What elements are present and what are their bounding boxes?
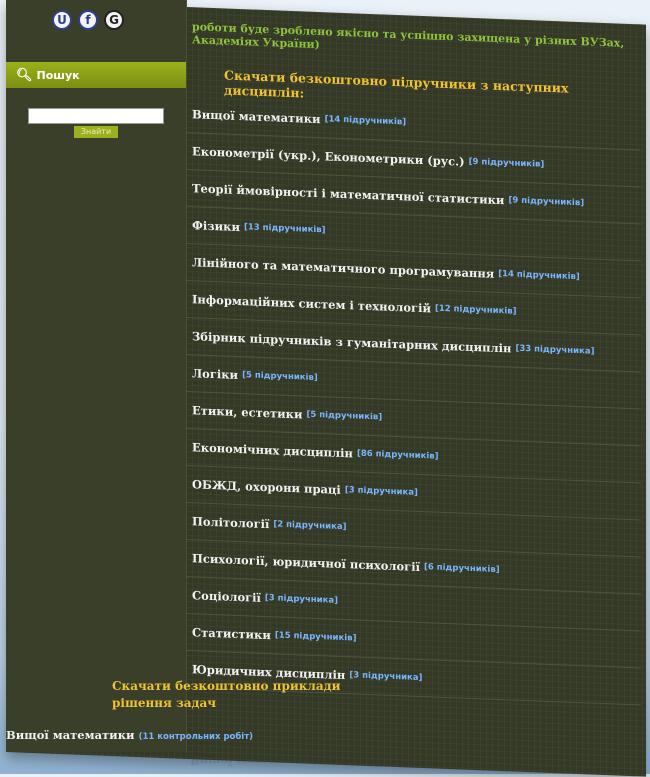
sidebar: U f G 🔍︎ Пошук Знайти xyxy=(6,0,187,752)
search-input[interactable] xyxy=(28,108,164,124)
google-icon[interactable]: G xyxy=(104,10,124,30)
count-badge: [9 підручників] xyxy=(468,156,545,170)
count-badge: [3 підручника] xyxy=(344,485,418,498)
discipline-link[interactable]: Вищої математики xyxy=(6,728,135,742)
discipline-link[interactable]: Політології xyxy=(192,514,269,531)
discipline-link[interactable]: Інформаційних систем і технологій xyxy=(192,292,431,315)
disciplines-list: Вищої математики [14 підручників] Економе… xyxy=(186,96,641,706)
discipline-link[interactable]: Економічних дисциплін xyxy=(192,440,353,460)
count-badge: [3 підручника] xyxy=(264,593,339,606)
page: U f G 🔍︎ Пошук Знайти роботи буде зробле… xyxy=(0,0,650,777)
count-badge: [14 підручників] xyxy=(324,114,407,128)
top-note: роботи буде зроблено якісно та успішно з… xyxy=(192,20,625,52)
content: роботи буде зроблено якісно та успішно з… xyxy=(186,0,641,769)
facebook-icon[interactable]: f xyxy=(78,10,98,30)
count-badge: (11 контрольних робіт) xyxy=(138,732,254,742)
count-badge: [9 підручників] xyxy=(508,195,585,209)
discipline-link[interactable]: Фізики xyxy=(192,218,240,234)
count-badge: [33 підручника] xyxy=(515,343,595,357)
discipline-link[interactable]: Статистики xyxy=(192,625,271,642)
discipline-link[interactable]: Лінійного та математичного програмування xyxy=(192,255,494,281)
search-title: Пошук xyxy=(36,68,80,82)
discipline-link[interactable]: Вищої математики xyxy=(192,107,321,126)
search-icon: 🔍︎ xyxy=(16,67,33,83)
count-badge: [5 підручників] xyxy=(306,409,383,423)
count-badge: [13 підручників] xyxy=(243,222,326,236)
social-links: U f G xyxy=(52,10,124,30)
discipline-link[interactable]: Етики, естетики xyxy=(192,403,303,421)
list-item[interactable]: Вищої математики (11 контрольних робіт) xyxy=(6,728,253,742)
count-badge: [14 підручників] xyxy=(498,268,580,283)
reflection-text: Вищої математики xyxy=(190,754,319,768)
discipline-link[interactable]: Теорії ймовірності і математичної статис… xyxy=(192,181,504,207)
discipline-link[interactable]: Збірник підручників з гуманітарних дисци… xyxy=(192,329,511,355)
vk-icon[interactable]: U xyxy=(52,10,72,30)
discipline-link[interactable]: Психології, юридичної психології xyxy=(192,551,420,574)
discipline-link[interactable]: Економетрії (укр.), Економетрики (рус.) xyxy=(192,144,465,168)
count-badge: [2 підручника] xyxy=(273,519,347,533)
discipline-link[interactable]: ОБЖД, охорони праці xyxy=(192,477,341,497)
count-badge: [15 підручників] xyxy=(274,630,357,644)
count-badge: [5 підручників] xyxy=(242,370,318,384)
discipline-link[interactable]: Логіки xyxy=(192,366,238,382)
search-header: 🔍︎ Пошук xyxy=(6,62,186,88)
reflection: Вищої математики xyxy=(190,754,319,768)
search-button[interactable]: Знайти xyxy=(74,126,118,138)
count-badge: [6 підручників] xyxy=(423,562,500,576)
solutions-heading: Скачати безкоштовно приклади рішення зад… xyxy=(112,679,341,710)
count-badge: [86 підручників] xyxy=(356,448,439,462)
discipline-link[interactable]: Соціології xyxy=(192,588,261,605)
count-badge: [12 підручників] xyxy=(434,303,517,317)
